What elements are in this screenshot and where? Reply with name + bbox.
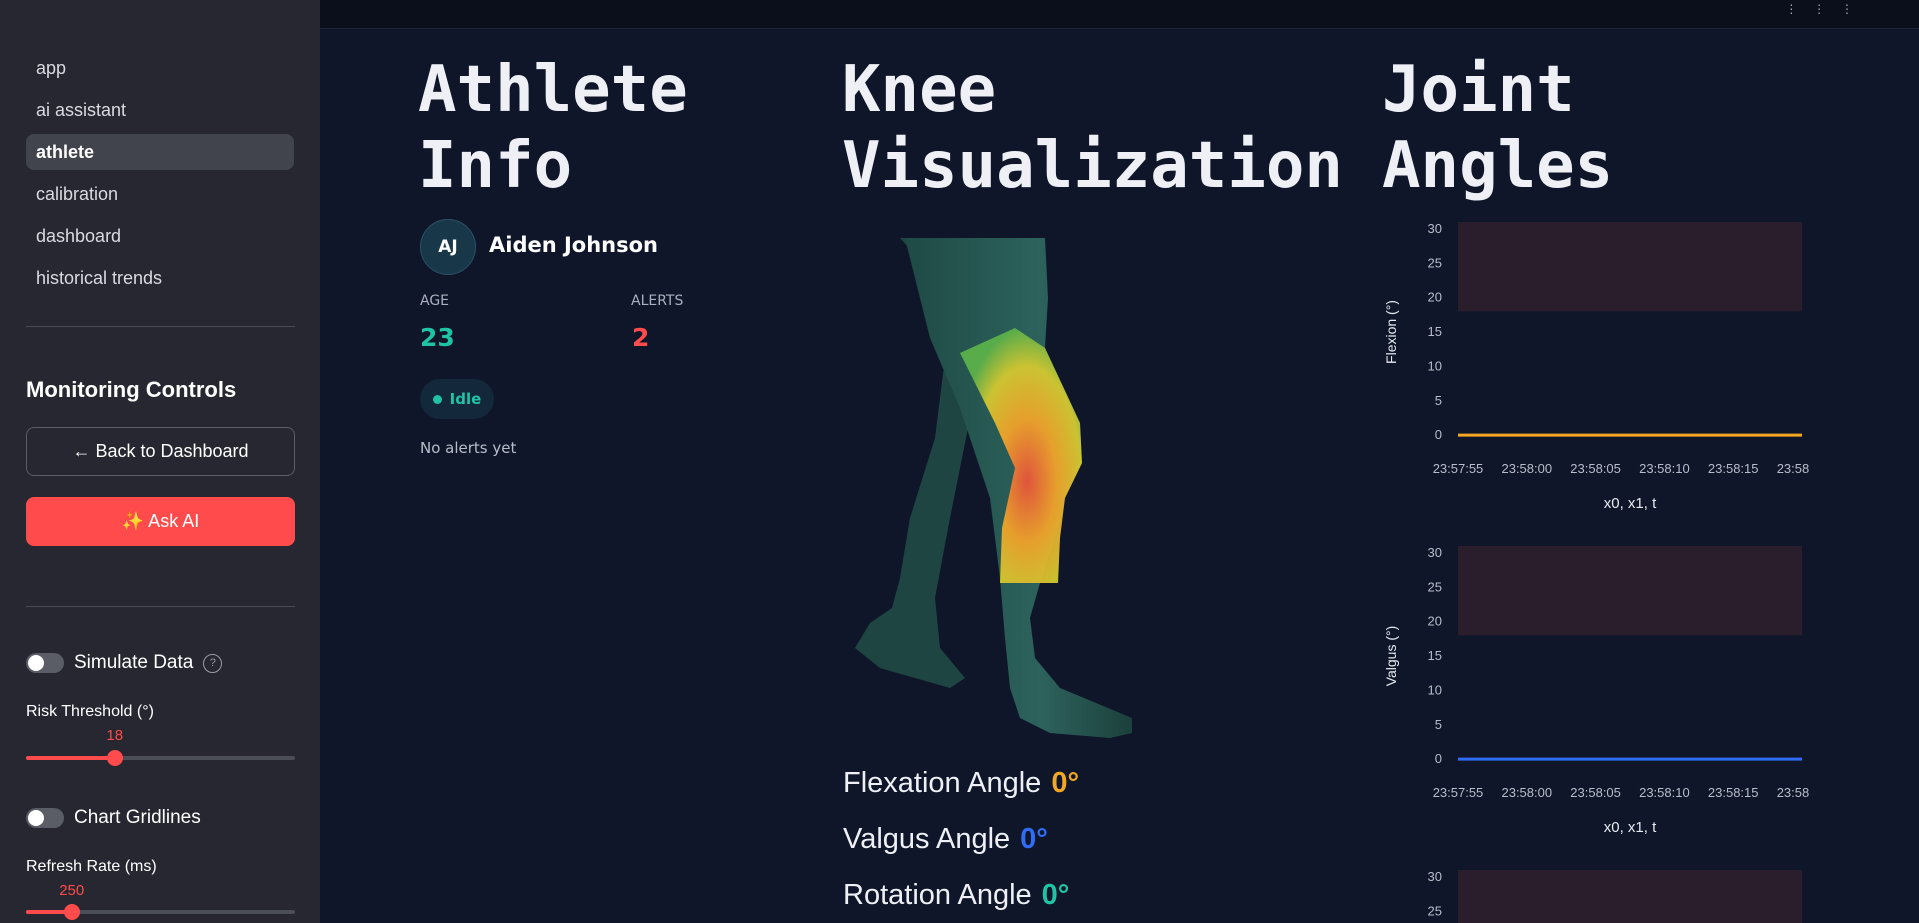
- y-tick-label: 0: [1435, 751, 1442, 766]
- joint-angles-heading: Joint Angles: [1382, 53, 1614, 203]
- x-axis-label: x0, x1, t: [1604, 495, 1657, 512]
- y-tick-label: 30: [1428, 869, 1442, 884]
- y-tick-label: 20: [1428, 614, 1442, 629]
- status-dot-icon: [432, 394, 442, 404]
- y-tick-label: 25: [1428, 903, 1442, 918]
- x-tick-label: 23:58:00: [1501, 461, 1552, 476]
- rotation-chart[interactable]: 25 30: [1380, 860, 1810, 923]
- risk-band: [1458, 870, 1802, 923]
- x-tick-label: 23:58:00: [1501, 785, 1552, 800]
- x-tick-label: 23:58:10: [1639, 461, 1690, 476]
- nav-item-app[interactable]: app: [26, 50, 294, 86]
- y-tick-label: 20: [1428, 290, 1442, 305]
- simulate-data-label: Simulate Data: [74, 652, 194, 673]
- risk-band: [1458, 546, 1802, 636]
- valgus-angle-readout: Valgus Angle 0°: [843, 823, 1048, 855]
- y-tick-label: 30: [1428, 221, 1442, 236]
- rotation-angle-readout: Rotation Angle 0°: [843, 879, 1070, 911]
- athlete-name: Aiden Johnson: [489, 233, 659, 257]
- top-bar: ⋮ ⋮ ⋮: [320, 0, 1919, 29]
- ask-ai-button[interactable]: ✨ Ask AI: [26, 497, 295, 546]
- y-tick-label: 10: [1428, 682, 1442, 697]
- back-to-dashboard-button[interactable]: ← Back to Dashboard: [26, 427, 295, 476]
- refresh-rate-slider[interactable]: [26, 904, 295, 920]
- sidebar: app ai assistant athlete calibration das…: [0, 0, 320, 923]
- athlete-info-heading: Athlete Info: [418, 53, 688, 203]
- y-axis-label: Flexion (°): [1383, 300, 1399, 364]
- nav-item-ai-assistant[interactable]: ai assistant: [26, 92, 294, 128]
- alerts-value: 2: [632, 323, 650, 352]
- x-tick-label: 23:58:10: [1639, 785, 1690, 800]
- knee-visualization-heading: Knee Visualization: [842, 53, 1343, 203]
- status-badge: Idle: [420, 379, 494, 419]
- x-tick-label: 23:58:20: [1777, 785, 1810, 800]
- x-tick-label: 23:58:15: [1708, 785, 1759, 800]
- x-tick-label: 23:58:15: [1708, 461, 1759, 476]
- menu-icon[interactable]: ⋮ ⋮ ⋮: [1785, 2, 1859, 16]
- risk-band: [1458, 222, 1802, 312]
- sidebar-divider: [26, 326, 295, 327]
- age-value: 23: [420, 323, 455, 352]
- chart-gridlines-toggle[interactable]: [26, 808, 64, 828]
- monitoring-controls-title: Monitoring Controls: [26, 377, 237, 402]
- nav-item-historical-trends[interactable]: historical trends: [26, 260, 294, 296]
- y-axis-label: Valgus (°): [1383, 626, 1399, 687]
- x-tick-label: 23:57:55: [1433, 461, 1484, 476]
- refresh-rate-value: 250: [59, 882, 85, 899]
- age-label: AGE: [420, 293, 450, 309]
- help-icon[interactable]: ?: [203, 653, 223, 673]
- x-tick-label: 23:58:20: [1777, 461, 1810, 476]
- risk-threshold-label: Risk Threshold (°): [26, 703, 154, 720]
- slider-handle[interactable]: [106, 750, 123, 766]
- refresh-rate-label: Refresh Rate (ms): [26, 858, 157, 875]
- y-tick-label: 15: [1428, 324, 1442, 339]
- no-alerts-text: No alerts yet: [420, 439, 517, 457]
- alerts-label: ALERTS: [631, 293, 684, 309]
- chart-gridlines-label: Chart Gridlines: [74, 807, 201, 828]
- simulate-data-row: Simulate Data ?: [26, 652, 223, 674]
- chart-gridlines-row: Chart Gridlines: [26, 807, 201, 829]
- simulate-data-toggle[interactable]: [26, 653, 64, 673]
- sidebar-nav: app ai assistant athlete calibration das…: [26, 50, 294, 302]
- avatar: AJ: [420, 219, 476, 275]
- x-tick-label: 23:57:55: [1433, 785, 1484, 800]
- sidebar-divider: [26, 606, 295, 607]
- y-tick-label: 0: [1435, 427, 1442, 442]
- x-tick-label: 23:58:05: [1570, 461, 1621, 476]
- nav-item-dashboard[interactable]: dashboard: [26, 218, 294, 254]
- y-tick-label: 10: [1428, 358, 1442, 373]
- risk-threshold-slider[interactable]: [26, 750, 295, 766]
- y-tick-label: 5: [1435, 717, 1442, 732]
- x-axis-label: x0, x1, t: [1604, 819, 1657, 836]
- nav-item-calibration[interactable]: calibration: [26, 176, 294, 212]
- flexion-angle-readout: Flexation Angle 0°: [843, 767, 1080, 799]
- knee-visualization-image: [855, 238, 1132, 738]
- slider-handle[interactable]: [63, 904, 80, 920]
- y-tick-label: 5: [1435, 393, 1442, 408]
- valgus-chart[interactable]: 0 5 10 15 20 25 30 23:57:55 23:58:00 23:58:05 23:5…: [1380, 536, 1810, 852]
- flexion-chart[interactable]: 0 5 10 15 20 25 30 23:57:55 23:58:00 23:58:05 23:5…: [1380, 212, 1810, 528]
- y-tick-label: 25: [1428, 579, 1442, 594]
- risk-threshold-value: 18: [106, 727, 124, 744]
- y-tick-label: 15: [1428, 648, 1442, 663]
- y-tick-label: 25: [1428, 255, 1442, 270]
- x-tick-label: 23:58:05: [1570, 785, 1621, 800]
- nav-item-athlete[interactable]: athlete: [26, 134, 294, 170]
- y-tick-label: 30: [1428, 545, 1442, 560]
